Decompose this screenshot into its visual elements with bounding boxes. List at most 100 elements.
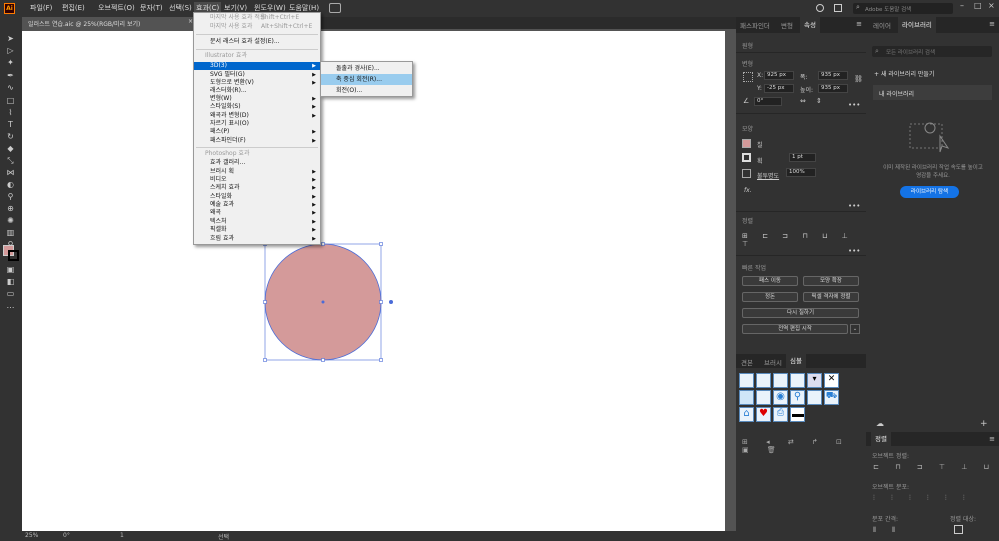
library-search[interactable]: ⌕ 모든 라이브러리 검색 (872, 46, 992, 57)
document-tab[interactable]: 일러스트 연습.aic @ 25%(RGB/미리 보기) × (22, 17, 197, 29)
blend-tool-icon[interactable]: ⊕ (5, 203, 16, 214)
pen-tool-icon[interactable]: ✒ (5, 70, 16, 81)
gpu-icon[interactable] (329, 3, 341, 13)
arrange-button[interactable]: 정돈 (742, 292, 798, 302)
h-field[interactable]: 935 px (818, 84, 848, 93)
rss-symbol-icon[interactable]: ◉ (773, 390, 788, 405)
bar-symbol-icon[interactable] (790, 407, 805, 422)
width-tool-icon[interactable]: ⋈ (5, 167, 16, 178)
draw-mode-icon[interactable]: ◧ (5, 276, 16, 287)
reference-point-icon[interactable] (743, 72, 753, 82)
more-options-icon[interactable]: ••• (848, 202, 860, 210)
panel-menu-icon[interactable]: ≡ (989, 20, 995, 28)
maximize-button[interactable]: □ (974, 1, 982, 10)
tab-symbols[interactable]: 심볼 (786, 354, 806, 368)
submenu-item-extrude[interactable]: 돌출과 경사(E)... (321, 63, 412, 74)
stroke-weight-field[interactable]: 1 pt (789, 153, 816, 162)
recolor-button[interactable]: 다시 칠하기 (742, 308, 859, 318)
cart-symbol-icon[interactable]: ⛟ (824, 390, 839, 405)
chevron-down-icon[interactable]: ⌄ (850, 324, 860, 334)
angle-field[interactable]: 0° (754, 97, 782, 106)
rotate-view-angle[interactable]: 0° (63, 532, 70, 539)
menu-item-sketch[interactable]: 스케치 효과 ▶ (194, 184, 320, 192)
menu-select[interactable]: 선택(S) (169, 3, 192, 13)
more-tools-icon[interactable]: … (5, 300, 16, 311)
print-symbol-icon[interactable]: ⎙ (773, 407, 788, 422)
symbol-item[interactable] (790, 373, 805, 388)
tab-align[interactable]: 정렬 (871, 432, 891, 446)
selected-circle[interactable] (258, 238, 398, 368)
workspace-icon[interactable] (834, 4, 842, 12)
symbol-item[interactable] (756, 373, 771, 388)
browse-libraries-button[interactable]: 라이브러리 탐색 (900, 186, 959, 198)
opacity-label[interactable]: 불투명도 (757, 171, 779, 180)
tab-properties[interactable]: 속성 (800, 17, 820, 33)
fx-button[interactable]: fx. (744, 187, 752, 194)
tab-transform[interactable]: 변형 (781, 20, 793, 30)
card-symbol-icon[interactable] (807, 390, 822, 405)
menu-edit[interactable]: 편집(E) (62, 3, 85, 13)
pixel-grid-button[interactable]: 픽셀 격자에 정렬 (803, 292, 859, 302)
tab-brushes[interactable]: 브러시 (764, 357, 782, 367)
artboard-number[interactable]: 1 (120, 532, 124, 539)
more-options-icon[interactable]: ••• (848, 247, 860, 255)
screen-mode-icon[interactable]: ▭ (5, 288, 16, 299)
x-field[interactable]: 925 px (764, 71, 794, 80)
flip-horizontal-icon[interactable]: ⇔ (800, 97, 806, 105)
eyedropper-icon[interactable]: ⚲ (5, 191, 16, 202)
help-search[interactable]: ⌕ Adobe 도움말 검색 (853, 3, 953, 14)
tab-libraries[interactable]: 라이브러리 (898, 17, 936, 33)
global-edit-button[interactable]: 전역 편집 시작 (742, 324, 848, 334)
more-options-icon[interactable]: ••• (848, 101, 860, 109)
zoom-level[interactable]: 25% (25, 532, 38, 539)
menu-item-distort[interactable]: 왜곡 ▶ (194, 209, 320, 217)
brush-tool-icon[interactable]: ⌇ (5, 107, 16, 118)
curvature-tool-icon[interactable]: ∿ (5, 82, 16, 93)
rotate-tool-icon[interactable]: ↻ (5, 131, 16, 142)
menu-file[interactable]: 파일(F) (30, 3, 52, 13)
my-library-item[interactable]: 내 라이브러리 (873, 85, 992, 100)
offset-path-button[interactable]: 패스 이동 (742, 276, 798, 286)
scale-tool-icon[interactable]: ⤡ (5, 155, 16, 166)
selection-tool-icon[interactable]: ➤ (5, 33, 16, 44)
submenu-item-revolve[interactable]: 축 중심 회전(R)... (321, 74, 412, 85)
direct-selection-tool-icon[interactable]: ▷ (5, 45, 16, 56)
menu-item-raster-settings[interactable]: 문서 래스터 효과 설정(E)... (194, 38, 320, 46)
menu-object[interactable]: 오브젝트(O) (98, 3, 135, 13)
stroke-color-swatch[interactable] (742, 153, 751, 162)
menu-type[interactable]: 문자(T) (140, 3, 163, 13)
calendar-symbol-icon[interactable] (739, 390, 754, 405)
new-library-button[interactable]: + 새 라이브러리 만들기 (874, 69, 934, 78)
search-symbol-icon[interactable]: ⚲ (790, 390, 805, 405)
panel-menu-icon[interactable]: ≡ (989, 435, 995, 443)
close-window-button[interactable]: × (988, 1, 995, 10)
type-tool-icon[interactable]: T (5, 119, 16, 130)
stroke-swatch[interactable] (8, 250, 19, 261)
submenu-item-rotate[interactable]: 회전(O)... (321, 85, 412, 96)
close-symbol-icon[interactable]: ✕ (824, 373, 839, 388)
menu-item-blur[interactable]: 흐림 효과 ▶ (194, 235, 320, 243)
shape-builder-icon[interactable]: ◐ (5, 179, 16, 190)
align-to-artboard-icon[interactable] (954, 525, 963, 534)
symbol-item[interactable] (773, 373, 788, 388)
account-icon[interactable] (816, 4, 824, 12)
y-field[interactable]: -25 px (764, 84, 794, 93)
heart-plus-symbol-icon[interactable]: ♥ (756, 407, 771, 422)
color-mode-icon[interactable]: ▣ (5, 264, 16, 275)
rectangle-tool-icon[interactable]: □ (5, 95, 16, 106)
panel-menu-icon[interactable]: ≡ (856, 20, 862, 28)
symbol-item[interactable] (739, 373, 754, 388)
opacity-field[interactable]: 100% (786, 168, 816, 177)
eraser-tool-icon[interactable]: ◆ (5, 143, 16, 154)
home-symbol-icon[interactable]: ⌂ (739, 407, 754, 422)
tab-pathfinder[interactable]: 패스파인더 (740, 20, 770, 30)
menu-item-effect-gallery[interactable]: 효과 갤러리... (194, 159, 320, 167)
tab-layers[interactable]: 레이어 (873, 20, 891, 30)
graph-tool-icon[interactable]: ▥ (5, 227, 16, 238)
dropdown-symbol-icon[interactable]: ▾ (807, 373, 822, 388)
menu-item-pixelate[interactable]: 픽셀화 ▶ (194, 226, 320, 234)
w-field[interactable]: 935 px (818, 71, 848, 80)
minimize-button[interactable]: – (960, 1, 964, 10)
menu-item-stylize[interactable]: 스타일화(S) ▶ (194, 103, 320, 111)
expand-shape-button[interactable]: 모양 확장 (803, 276, 859, 286)
